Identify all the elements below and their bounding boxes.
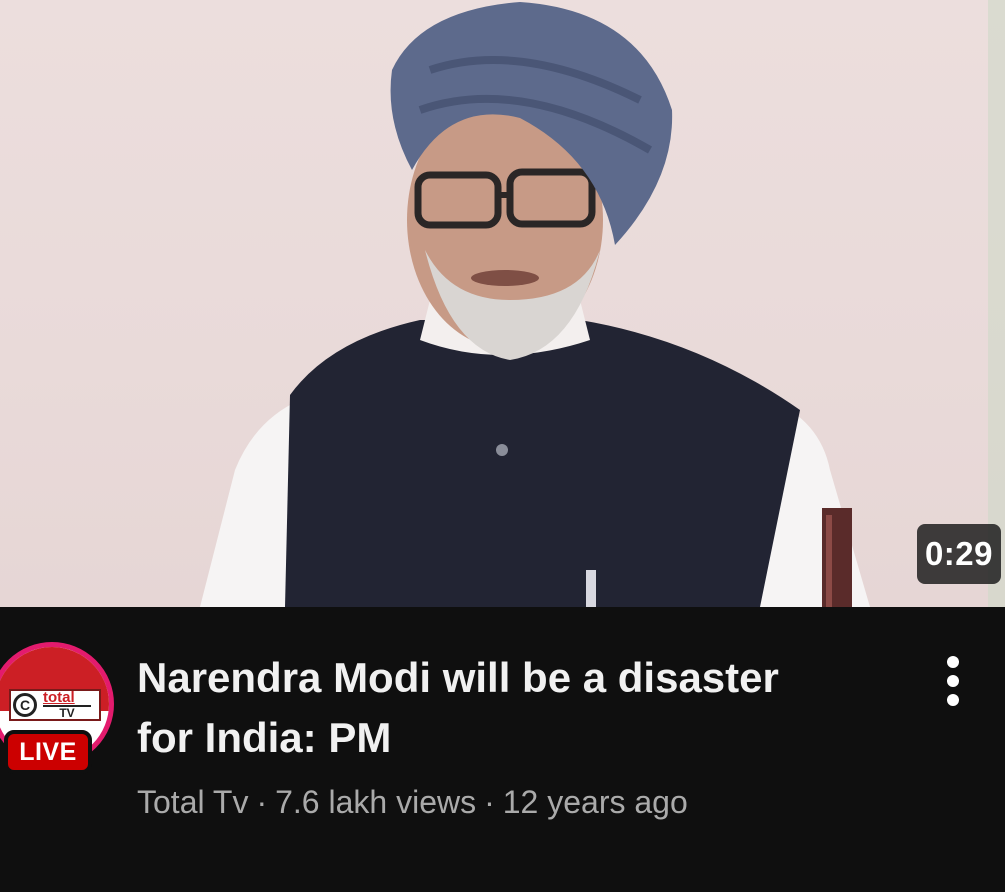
video-title-line1: Narendra Modi will be a disaster	[137, 654, 779, 701]
logo-sub: TV	[43, 705, 91, 719]
channel-name[interactable]: Total Tv	[137, 784, 248, 820]
logo-text: total	[43, 689, 75, 706]
upload-age: 12 years ago	[502, 784, 688, 820]
video-title[interactable]: Narendra Modi will be a disaster for Ind…	[137, 648, 897, 768]
meta-separator: ·	[256, 784, 268, 820]
more-vertical-icon[interactable]	[930, 648, 976, 714]
video-card[interactable]: 0:29 C total TV LIVE Narendra Modi will …	[0, 0, 1005, 892]
logo-mark: C	[13, 693, 37, 717]
video-title-line2: for India: PM	[137, 714, 392, 761]
thumbnail-image	[200, 0, 1005, 607]
video-thumbnail[interactable]: 0:29	[0, 0, 1005, 607]
live-badge[interactable]: LIVE	[4, 730, 92, 774]
video-meta: Total Tv · 7.6 lakh views · 12 years ago	[137, 780, 688, 824]
duration-badge: 0:29	[916, 524, 1001, 584]
meta-separator: ·	[484, 784, 495, 820]
view-count: 7.6 lakh views	[275, 784, 477, 820]
